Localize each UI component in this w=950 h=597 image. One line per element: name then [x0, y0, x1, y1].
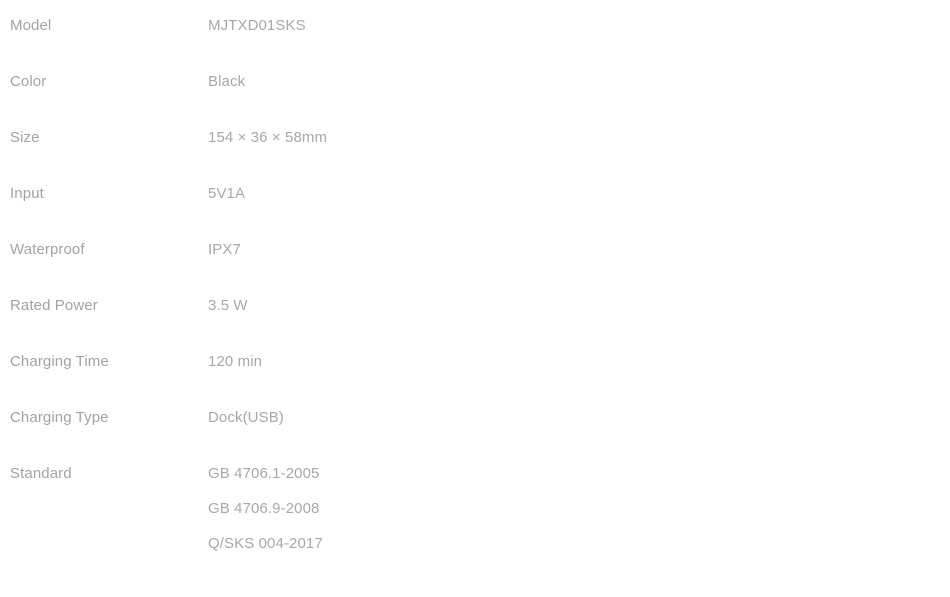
spec-value-standard: GB 4706.1-2005 GB 4706.9-2008 Q/SKS 004-…	[208, 460, 950, 565]
spec-row: Charging Type Dock(USB)	[0, 404, 950, 460]
spec-label-input: Input	[10, 185, 44, 202]
spec-value-rated-power: 3.5 W	[208, 297, 248, 314]
spec-label-standard: Standard	[10, 465, 72, 482]
spec-row: Model MJTXD01SKS	[0, 12, 950, 68]
spec-label-model: Model	[10, 17, 52, 34]
spec-row: Charging Time 120 min	[0, 348, 950, 404]
spec-row: Size 154 × 36 × 58mm	[0, 124, 950, 180]
spec-value-charging-time: 120 min	[208, 353, 263, 370]
spec-label-rated-power: Rated Power	[10, 297, 98, 314]
spec-label-waterproof: Waterproof	[10, 241, 85, 258]
spec-value-model: MJTXD01SKS	[208, 17, 306, 34]
spec-row: Rated Power 3.5 W	[0, 292, 950, 348]
spec-row: Color Black	[0, 68, 950, 124]
standard-line: GB 4706.1-2005	[208, 465, 320, 482]
spec-value-color: Black	[208, 73, 246, 90]
spec-label-charging-type: Charging Type	[10, 409, 109, 426]
spec-label-charging-time: Charging Time	[10, 353, 109, 370]
spec-value-waterproof: IPX7	[208, 241, 241, 258]
spec-row: Waterproof IPX7	[0, 236, 950, 292]
spec-label-size: Size	[10, 129, 40, 146]
spec-value-input: 5V1A	[208, 185, 246, 202]
spec-row: Input 5V1A	[0, 180, 950, 236]
spec-value-charging-type: Dock(USB)	[208, 409, 284, 426]
spec-label-color: Color	[10, 73, 47, 90]
standard-line: Q/SKS 004-2017	[208, 535, 323, 552]
standard-line: GB 4706.9-2008	[208, 500, 320, 517]
specification-sheet: Model MJTXD01SKS Color Black Size 154 × …	[0, 0, 950, 597]
spec-row-standard: Standard GB 4706.1-2005 GB 4706.9-2008 Q…	[0, 460, 950, 565]
spec-value-size: 154 × 36 × 58mm	[208, 129, 328, 146]
